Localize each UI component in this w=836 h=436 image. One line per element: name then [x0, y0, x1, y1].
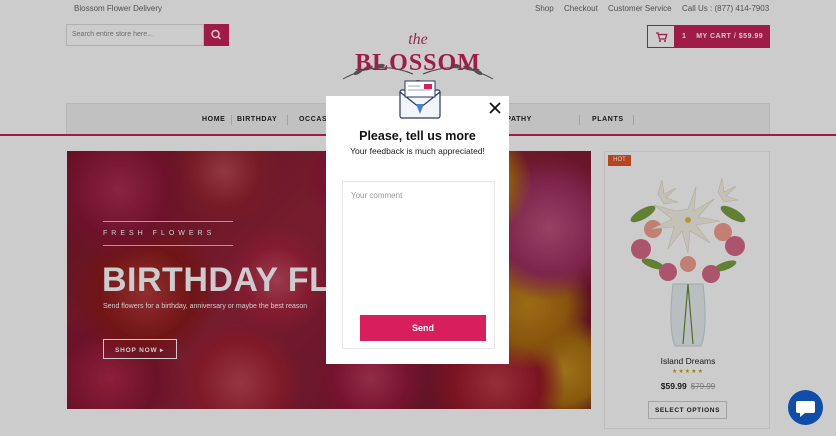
modal-title: Please, tell us more	[359, 129, 476, 143]
feedback-modal: Please, tell us more Your feedback is mu…	[326, 80, 509, 364]
send-button[interactable]: Send	[360, 315, 486, 341]
modal-subtitle: Your feedback is much appreciated!	[350, 146, 485, 156]
chat-button[interactable]	[788, 390, 823, 425]
envelope-icon	[399, 80, 441, 119]
close-icon[interactable]	[487, 100, 503, 116]
chat-icon	[796, 401, 815, 417]
